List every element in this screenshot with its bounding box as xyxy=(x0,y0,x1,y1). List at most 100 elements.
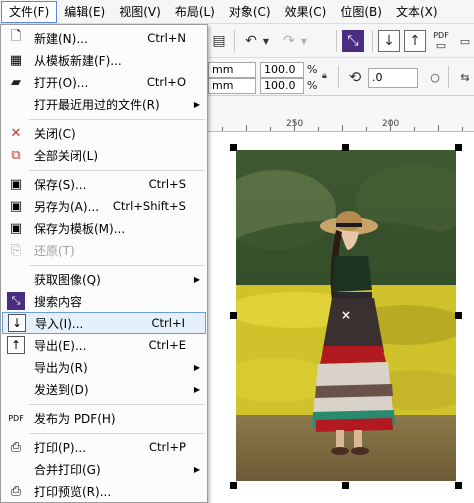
save-as-icon: ▣ xyxy=(9,198,23,214)
menu-item-search-content[interactable]: ⤡ 搜索内容 xyxy=(2,290,206,312)
scale-y-unit: % xyxy=(307,79,318,92)
zoom-level-icon[interactable]: ▭ xyxy=(454,30,474,52)
rotate-icon: ⟲ xyxy=(348,68,362,86)
menu-item-label: 打印(P)... xyxy=(34,440,87,455)
toolbar-separator xyxy=(234,30,235,52)
menu-item-label: 导出为(R) xyxy=(34,360,88,375)
menu-item-label: 合并打印(G) xyxy=(34,462,101,477)
undo-icon[interactable]: ↶ xyxy=(240,30,262,52)
menu-item-label: 获取图像(Q) xyxy=(34,272,101,287)
scale-y-field[interactable]: 100.0 xyxy=(260,78,304,94)
ruler-tick xyxy=(390,119,391,131)
menu-item-label: 搜索内容 xyxy=(34,294,83,309)
menu-separator xyxy=(29,170,205,171)
menu-edit[interactable]: 编辑(E) xyxy=(57,1,112,23)
scale-x-field[interactable]: 100.0 xyxy=(260,62,304,78)
property-bar: mm mm 100.0 100.0 % % 🔒︎ ⟲ .0 ○ ⇆ xyxy=(206,58,474,96)
selection-center-marker[interactable]: × xyxy=(341,308,351,322)
ruler-tick xyxy=(270,127,271,131)
toolbar-separator xyxy=(336,30,337,52)
selection-handle-top-right[interactable] xyxy=(455,144,462,151)
menu-item-acquire-image[interactable]: 获取图像(Q) ▶ xyxy=(2,268,206,290)
menu-effects[interactable]: 效果(C) xyxy=(278,1,334,23)
menu-file[interactable]: 文件(F) xyxy=(1,0,58,23)
menu-bitmaps[interactable]: 位图(B) xyxy=(333,1,389,23)
import-icon[interactable]: ↓ xyxy=(378,30,400,52)
ruler-tick xyxy=(462,127,463,131)
menu-item-import[interactable]: ↓ 导入(I)... Ctrl+I xyxy=(2,312,206,334)
selection-handle-bottom-left[interactable] xyxy=(230,482,237,489)
publish-pdf-button[interactable]: PDF ▭ xyxy=(430,30,452,52)
menu-item-export[interactable]: ↑ 导出(E)... Ctrl+E xyxy=(2,334,206,356)
menu-item-label: 从模板新建(F)... xyxy=(34,53,122,68)
ruler-tick xyxy=(318,127,319,131)
close-all-icon: ⧉ xyxy=(11,147,21,163)
close-doc-icon: ✕ xyxy=(10,125,22,141)
menu-item-label: 保存(S)... xyxy=(34,177,87,192)
menu-item-print-merge[interactable]: 合并打印(G) ▶ xyxy=(2,458,206,480)
menu-item-save-as[interactable]: ▣ 另存为(A)... Ctrl+Shift+S xyxy=(2,195,206,217)
selection-handle-left[interactable] xyxy=(230,312,237,319)
selection-handle-top[interactable] xyxy=(342,144,349,151)
menu-item-save[interactable]: ▣ 保存(S)... Ctrl+S xyxy=(2,173,206,195)
height-field[interactable]: mm xyxy=(208,78,256,94)
ruler-tick xyxy=(246,125,247,131)
rotation-angle-field[interactable]: .0 xyxy=(368,68,418,88)
menu-item-shortcut: Ctrl+I xyxy=(151,316,186,330)
width-field[interactable]: mm xyxy=(208,62,256,78)
menu-separator xyxy=(29,265,205,266)
menu-view[interactable]: 视图(V) xyxy=(112,1,168,23)
menu-item-print-preview[interactable]: ⎙ 打印预览(R)... xyxy=(2,480,206,502)
menu-layout[interactable]: 布局(L) xyxy=(168,1,222,23)
toolbar-separator xyxy=(372,30,373,52)
new-doc-icon: 🗋︎ xyxy=(10,29,22,44)
open-folder-icon: ▰ xyxy=(11,74,21,90)
redo-icon[interactable]: ↷ xyxy=(278,30,300,52)
menu-item-close-all[interactable]: ⧉ 全部关闭(L) xyxy=(2,144,206,166)
undo-dropdown-icon[interactable]: ▼ xyxy=(260,30,272,52)
pdf-icon: ▭ xyxy=(435,39,447,52)
horizontal-ruler: 250 200 xyxy=(206,96,474,132)
export-icon[interactable]: ↑ xyxy=(404,30,426,52)
lock-ratio-icon[interactable]: 🔒︎ xyxy=(322,71,327,81)
selection-handle-bottom-right[interactable] xyxy=(455,482,462,489)
menu-item-label: 另存为(A)... xyxy=(34,199,100,214)
paste-icon[interactable]: ▤ xyxy=(208,30,230,52)
menu-item-label: 关闭(C) xyxy=(34,126,76,141)
template-new-icon: ▦ xyxy=(9,52,23,68)
menu-item-label: 全部关闭(L) xyxy=(34,148,99,163)
menu-item-print[interactable]: ⎙ 打印(P)... Ctrl+P xyxy=(2,436,206,458)
menu-item-label: 发送到(D) xyxy=(34,382,89,397)
menu-item-label: 导出(E)... xyxy=(34,338,87,353)
selection-handle-bottom[interactable] xyxy=(342,482,349,489)
submenu-arrow-icon: ▶ xyxy=(193,362,200,372)
origin-icon[interactable]: ○ xyxy=(424,66,446,88)
menu-item-open[interactable]: ▰ 打开(O)... Ctrl+O xyxy=(2,71,206,93)
menu-item-open-recent[interactable]: 打开最近用过的文件(R) ▶ xyxy=(2,93,206,115)
menu-item-new[interactable]: 🗋︎ 新建(N)... Ctrl+N xyxy=(2,27,206,49)
selection-handle-right[interactable] xyxy=(455,312,462,319)
export-icon: ↑ xyxy=(7,336,25,354)
selection-handle-top-left[interactable] xyxy=(230,144,237,151)
save-icon: ▣ xyxy=(9,176,23,192)
menu-item-label: 还原(T) xyxy=(34,243,75,258)
menu-object[interactable]: 对象(C) xyxy=(222,1,278,23)
print-preview-icon: ⎙ xyxy=(10,483,22,499)
menu-item-label: 打开最近用过的文件(R) xyxy=(34,97,160,112)
menu-item-shortcut: Ctrl+P xyxy=(148,440,186,454)
menu-item-publish-pdf[interactable]: PDF 发布为 PDF(H) xyxy=(2,407,206,429)
menu-item-send-to[interactable]: 发送到(D) ▶ xyxy=(2,378,206,400)
search-content-icon[interactable]: ⤡ xyxy=(342,30,364,52)
propbar-separator xyxy=(338,66,339,88)
ruler-tick xyxy=(414,127,415,131)
menu-text[interactable]: 文本(X) xyxy=(389,1,445,23)
pdf-icon: PDF xyxy=(8,413,24,423)
menu-item-new-from-template[interactable]: ▦ 从模板新建(F)... xyxy=(2,49,206,71)
submenu-arrow-icon: ▶ xyxy=(193,384,200,394)
menu-item-save-as-template[interactable]: ▣ 保存为模板(M)... xyxy=(2,217,206,239)
menu-item-close[interactable]: ✕ 关闭(C) xyxy=(2,122,206,144)
redo-dropdown-icon[interactable]: ▼ xyxy=(298,30,310,52)
ruler-tick xyxy=(294,119,295,131)
mirror-icon[interactable]: ⇆ xyxy=(454,66,474,88)
menu-item-export-as[interactable]: 导出为(R) ▶ xyxy=(2,356,206,378)
